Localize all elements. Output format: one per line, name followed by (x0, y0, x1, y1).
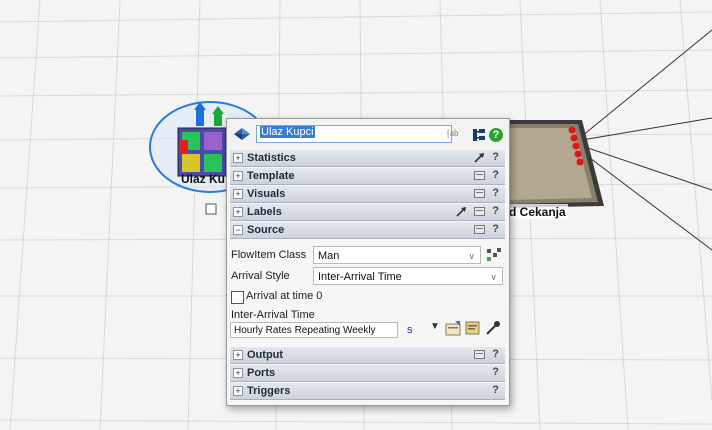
section-label: Statistics (247, 152, 296, 164)
expand-toggle-icon[interactable]: + (233, 189, 243, 199)
expand-toggle-icon[interactable]: + (233, 207, 243, 217)
flowitem-class-value: Man (318, 250, 340, 262)
dropdown-arrow-icon[interactable]: ▼ (430, 321, 440, 332)
flowitem-class-label: FlowItem Class (231, 249, 307, 261)
help-icon[interactable]: ? (489, 128, 503, 142)
section-help[interactable]: ? (492, 169, 499, 181)
section-label: Output (247, 349, 284, 361)
section-help[interactable]: ? (492, 366, 499, 378)
queue-object-label: d Cekanja (509, 205, 566, 219)
code-edit-icon[interactable] (465, 320, 481, 336)
section-output[interactable]: + Output ? (230, 346, 505, 364)
section-help[interactable]: ? (492, 187, 499, 199)
pin-icon[interactable] (474, 171, 485, 180)
section-ports[interactable]: + Ports ? (230, 364, 505, 382)
expand-toggle-icon[interactable]: + (233, 368, 243, 378)
section-visuals[interactable]: + Visuals ? (230, 185, 505, 203)
section-template[interactable]: + Template ? (230, 167, 505, 185)
chevron-down-icon: ∨ (490, 272, 497, 282)
pin-icon[interactable] (474, 207, 485, 216)
section-label: Visuals (247, 188, 286, 200)
object-name-input[interactable]: Ulaz Kupci (256, 125, 452, 143)
time-unit-label: s (407, 324, 413, 336)
tree-view-icon[interactable] (472, 128, 486, 142)
arrival-style-label: Arrival Style (231, 270, 290, 282)
arrival-at-time0-checkbox[interactable] (231, 291, 244, 304)
pin-icon[interactable] (474, 225, 485, 234)
section-labels[interactable]: + Labels ? (230, 203, 505, 221)
quick-properties-panel: Ulaz Kupci [ab ? + Statistics ? + Templa… (226, 118, 510, 406)
expand-toggle-icon[interactable]: + (233, 153, 243, 163)
section-label: Triggers (247, 385, 291, 397)
section-help[interactable]: ? (492, 223, 499, 235)
arrival-style-value: Inter-Arrival Time (318, 271, 402, 283)
section-triggers[interactable]: + Triggers ? (230, 382, 505, 400)
arrival-style-select[interactable]: Inter-Arrival Time ∨ (313, 267, 503, 285)
arrow-icon[interactable] (474, 152, 485, 163)
expand-toggle-icon[interactable]: + (233, 386, 243, 396)
scene-checkbox[interactable] (205, 203, 217, 215)
section-label: Ports (247, 367, 276, 379)
properties-icon[interactable] (445, 320, 461, 336)
source-object-label: Ulaz Ku (181, 172, 226, 186)
arrival-at-time0-label: Arrival at time 0 (246, 290, 323, 302)
pin-icon[interactable] (474, 350, 485, 359)
sampler-eyedropper-icon[interactable] (485, 320, 501, 336)
flowitem-bin-icon[interactable] (485, 247, 503, 263)
object-name-text[interactable]: Ulaz Kupci (260, 126, 315, 138)
panel-titlebar: Ulaz Kupci [ab ? (227, 119, 509, 149)
section-statistics[interactable]: + Statistics ? (230, 149, 505, 167)
section-label: Labels (247, 206, 282, 218)
label-toggle-icon[interactable]: [ab (447, 128, 469, 140)
inter-arrival-label: Inter-Arrival Time (231, 309, 315, 321)
section-help[interactable]: ? (492, 151, 499, 163)
section-help[interactable]: ? (492, 205, 499, 217)
section-source[interactable]: − Source ? (230, 221, 505, 239)
expand-toggle-icon[interactable]: + (233, 350, 243, 360)
section-help[interactable]: ? (492, 384, 499, 396)
section-label: Source (247, 224, 285, 236)
inter-arrival-field[interactable]: Hourly Rates Repeating Weekly (230, 322, 398, 338)
pin-icon[interactable] (474, 189, 485, 198)
arrow-icon[interactable] (456, 206, 467, 217)
object-type-icon (234, 128, 250, 140)
section-label: Template (247, 170, 295, 182)
section-help[interactable]: ? (492, 348, 499, 360)
chevron-down-icon: ∨ (468, 251, 475, 261)
expand-toggle-icon[interactable]: + (233, 171, 243, 181)
collapse-toggle-icon[interactable]: − (233, 225, 243, 235)
flowitem-class-select[interactable]: Man ∨ (313, 246, 481, 264)
